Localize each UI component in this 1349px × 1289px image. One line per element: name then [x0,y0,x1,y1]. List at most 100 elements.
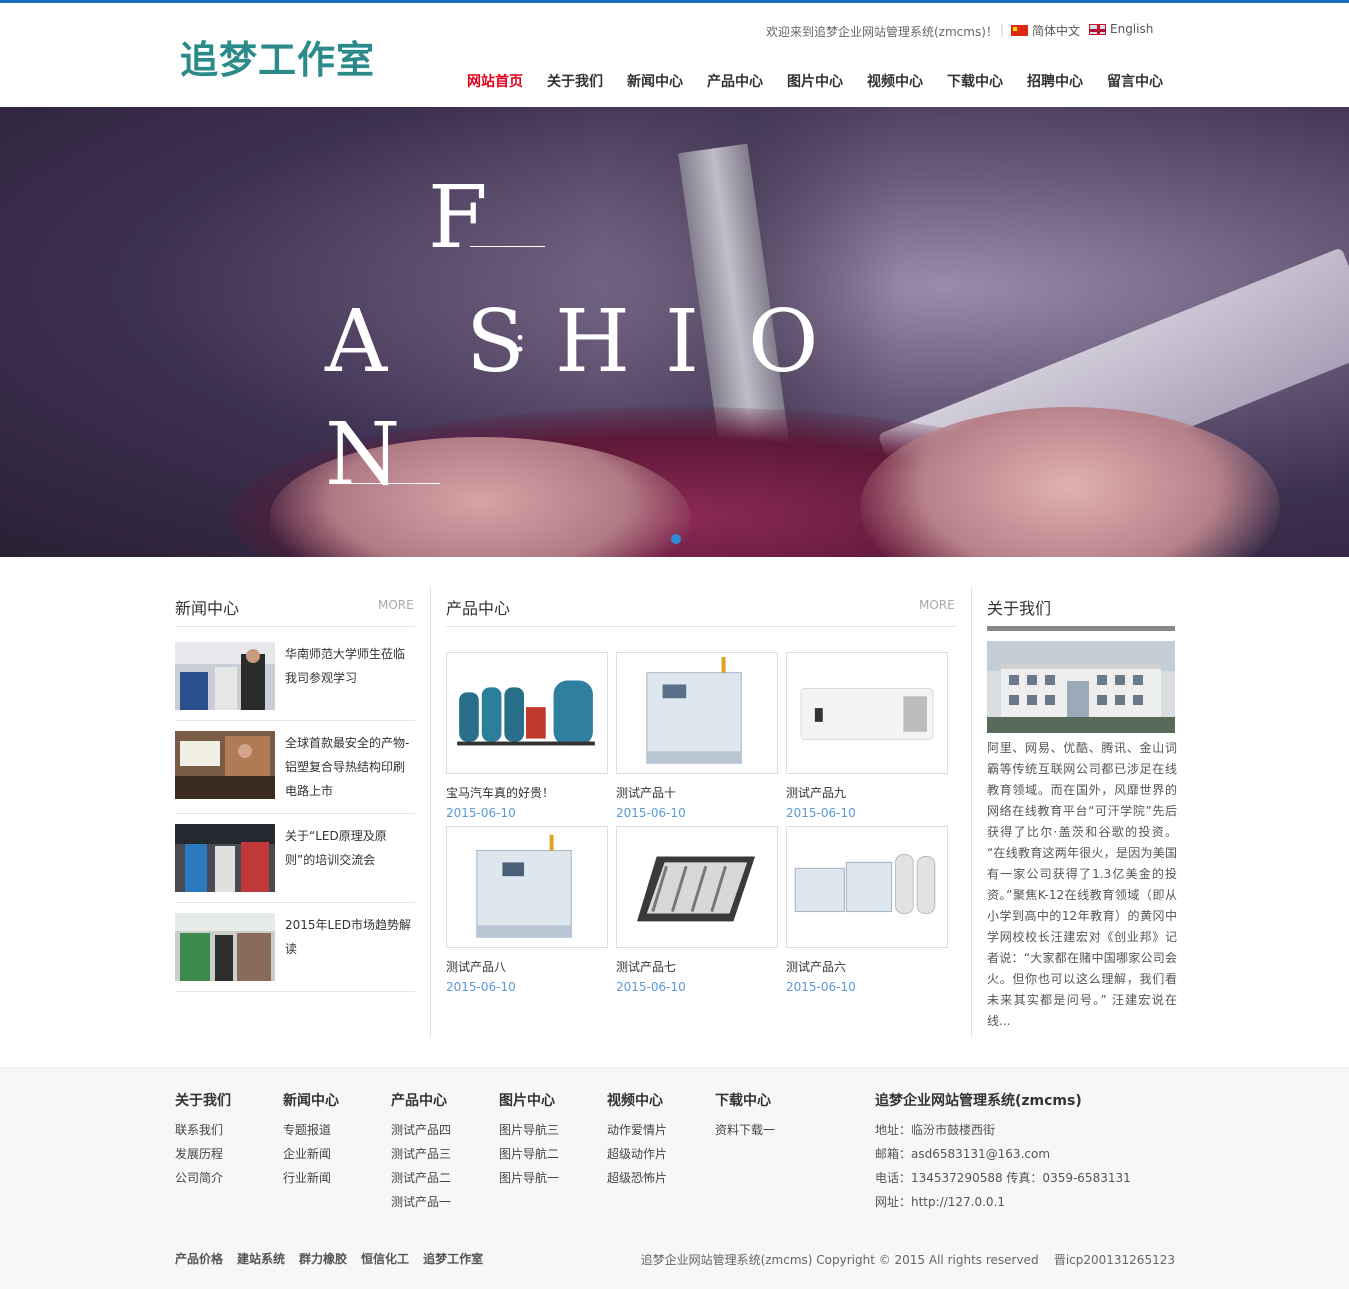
news-more-link[interactable]: MORE [378,598,414,612]
news-thumbnail [175,913,275,981]
product-image [446,826,608,948]
about-section-title: 关于我们 [987,599,1052,618]
contact-website: 网址：http://127.0.0.1 [875,1195,1006,1209]
china-flag-icon [1011,25,1028,36]
friend-link[interactable]: 建站系统 [237,1250,285,1267]
nav-item-news[interactable]: 新闻中心 [627,71,683,91]
hero-banner[interactable]: F A S : H I O N [0,107,1349,557]
footer-column-pictures: 图片中心 图片导航三 图片导航二 图片导航一 [499,1090,559,1190]
product-image [616,652,778,774]
banner-letter: I [665,292,699,392]
product-name: 测试产品十 [616,786,677,800]
footer-link[interactable]: 专题报道 [283,1118,339,1142]
banner-letter: O [748,292,819,392]
footer-link[interactable]: 图片导航一 [499,1166,559,1190]
product-date: 2015-06-10 [446,806,516,820]
nav-item-messages[interactable]: 留言中心 [1107,71,1163,91]
header-separator: | [1000,23,1005,37]
footer-link[interactable]: 联系我们 [175,1118,231,1142]
site-logo[interactable]: 追梦工作室 [180,29,375,84]
friend-link[interactable]: 产品价格 [175,1250,223,1267]
welcome-text: 欢迎来到追梦企业网站管理系统(zmcms)！ [766,25,998,39]
news-title: 华南师范大学师生莅临我司参观学习 [285,647,406,685]
product-name: 测试产品七 [616,960,677,974]
footer-link[interactable]: 测试产品一 [391,1190,451,1214]
product-name: 测试产品八 [446,960,507,974]
footer-link[interactable]: 动作爱情片 [607,1118,667,1142]
about-company-building-image[interactable] [987,641,1175,733]
about-description: 阿里、网易、优酷、腾讯、金山词霸等传统互联网公司都已涉足在线教育领域。而在国外，… [987,741,1177,1028]
product-name: 测试产品九 [786,786,847,800]
product-date: 2015-06-10 [786,980,856,994]
footer-column-title[interactable]: 产品中心 [391,1090,451,1110]
contact-phone: 电话：134537290588 传真：0359-6583131 [875,1171,1131,1185]
about-title-bar [987,626,1175,631]
nav-item-about[interactable]: 关于我们 [547,71,603,91]
nav-item-downloads[interactable]: 下载中心 [947,71,1003,91]
nav-item-jobs[interactable]: 招聘中心 [1027,71,1083,91]
footer-column-title[interactable]: 视频中心 [607,1090,667,1110]
banner-letter: N [325,405,401,505]
footer-link[interactable]: 公司简介 [175,1166,231,1190]
product-name: 测试产品六 [786,960,847,974]
contact-email: 邮箱：asd6583131@163.com [875,1147,1051,1161]
footer-link[interactable]: 行业新闻 [283,1166,339,1190]
product-image [446,652,608,774]
lang-en-label: English [1110,22,1154,36]
footer-column-title[interactable]: 图片中心 [499,1090,559,1110]
uk-flag-icon [1089,23,1106,35]
footer-link[interactable]: 图片导航二 [499,1142,559,1166]
footer-contact: 追梦企业网站管理系统(zmcms) 地址：临汾市鼓楼西街 邮箱：asd65831… [875,1090,1131,1214]
footer-link[interactable]: 资料下载一 [715,1118,775,1142]
footer-column-title[interactable]: 下载中心 [715,1090,775,1110]
footer-column-title[interactable]: 新闻中心 [283,1090,339,1110]
header: 追梦工作室 欢迎来到追梦企业网站管理系统(zmcms)！ | 简体中文 Engl… [0,3,1349,107]
slide-indicator-dot[interactable] [671,534,681,544]
footer-link[interactable]: 测试产品四 [391,1118,451,1142]
product-date: 2015-06-10 [446,980,516,994]
news-thumbnail [175,824,275,892]
product-name: 宝马汽车真的好贵！ [446,786,555,800]
main-nav: 网站首页 关于我们 新闻中心 产品中心 图片中心 视频中心 下载中心 招聘中心 … [467,71,1187,91]
nav-item-videos[interactable]: 视频中心 [867,71,923,91]
product-image [786,826,948,948]
nav-item-pictures[interactable]: 图片中心 [787,71,843,91]
news-title: 关于“LED原理及原则”的培训交流会 [285,829,387,867]
lang-cn-link[interactable]: 简体中文 [1011,22,1080,39]
footer-link[interactable]: 超级恐怖片 [607,1166,667,1190]
footer-column-videos: 视频中心 动作爱情片 超级动作片 超级恐怖片 [607,1090,667,1190]
footer-column-products: 产品中心 测试产品四 测试产品三 测试产品二 测试产品一 [391,1090,451,1214]
product-date: 2015-06-10 [616,980,686,994]
footer-link[interactable]: 测试产品三 [391,1142,451,1166]
lang-cn-label: 简体中文 [1032,24,1081,38]
friend-link[interactable]: 追梦工作室 [423,1250,483,1267]
news-section-title: 新闻中心 [175,599,240,618]
product-image [786,652,948,774]
products-more-link[interactable]: MORE [919,598,955,612]
news-title: 2015年LED市场趋势解读 [285,918,412,956]
footer-link[interactable]: 发展历程 [175,1142,231,1166]
copyright-text: 追梦企业网站管理系统(zmcms) Copyright © 2015 All r… [640,1253,1175,1267]
friend-link[interactable]: 群力橡胶 [299,1250,347,1267]
news-title: 全球首款最安全的产物-铝塑复合导热结构印刷电路上市 [285,736,410,798]
banner-letter: : [514,319,527,360]
footer-column-news: 新闻中心 专题报道 企业新闻 行业新闻 [283,1090,339,1190]
banner-letter: H [555,292,630,392]
news-thumbnail [175,731,275,799]
friend-link[interactable]: 恒信化工 [361,1250,409,1267]
footer-column-title[interactable]: 关于我们 [175,1090,231,1110]
lang-en-link[interactable]: English [1089,22,1153,36]
product-date: 2015-06-10 [616,806,686,820]
products-section-title: 产品中心 [446,599,511,618]
product-date: 2015-06-10 [786,806,856,820]
contact-title: 追梦企业网站管理系统(zmcms) [875,1093,1082,1109]
contact-address: 地址：临汾市鼓楼西街 [875,1123,996,1137]
footer-link[interactable]: 测试产品二 [391,1166,451,1190]
banner-letter: A [325,292,388,392]
footer-link[interactable]: 图片导航三 [499,1118,559,1142]
nav-item-products[interactable]: 产品中心 [707,71,763,91]
news-thumbnail [175,642,275,710]
footer-link[interactable]: 企业新闻 [283,1142,339,1166]
nav-item-home[interactable]: 网站首页 [467,71,523,91]
footer-link[interactable]: 超级动作片 [607,1142,667,1166]
